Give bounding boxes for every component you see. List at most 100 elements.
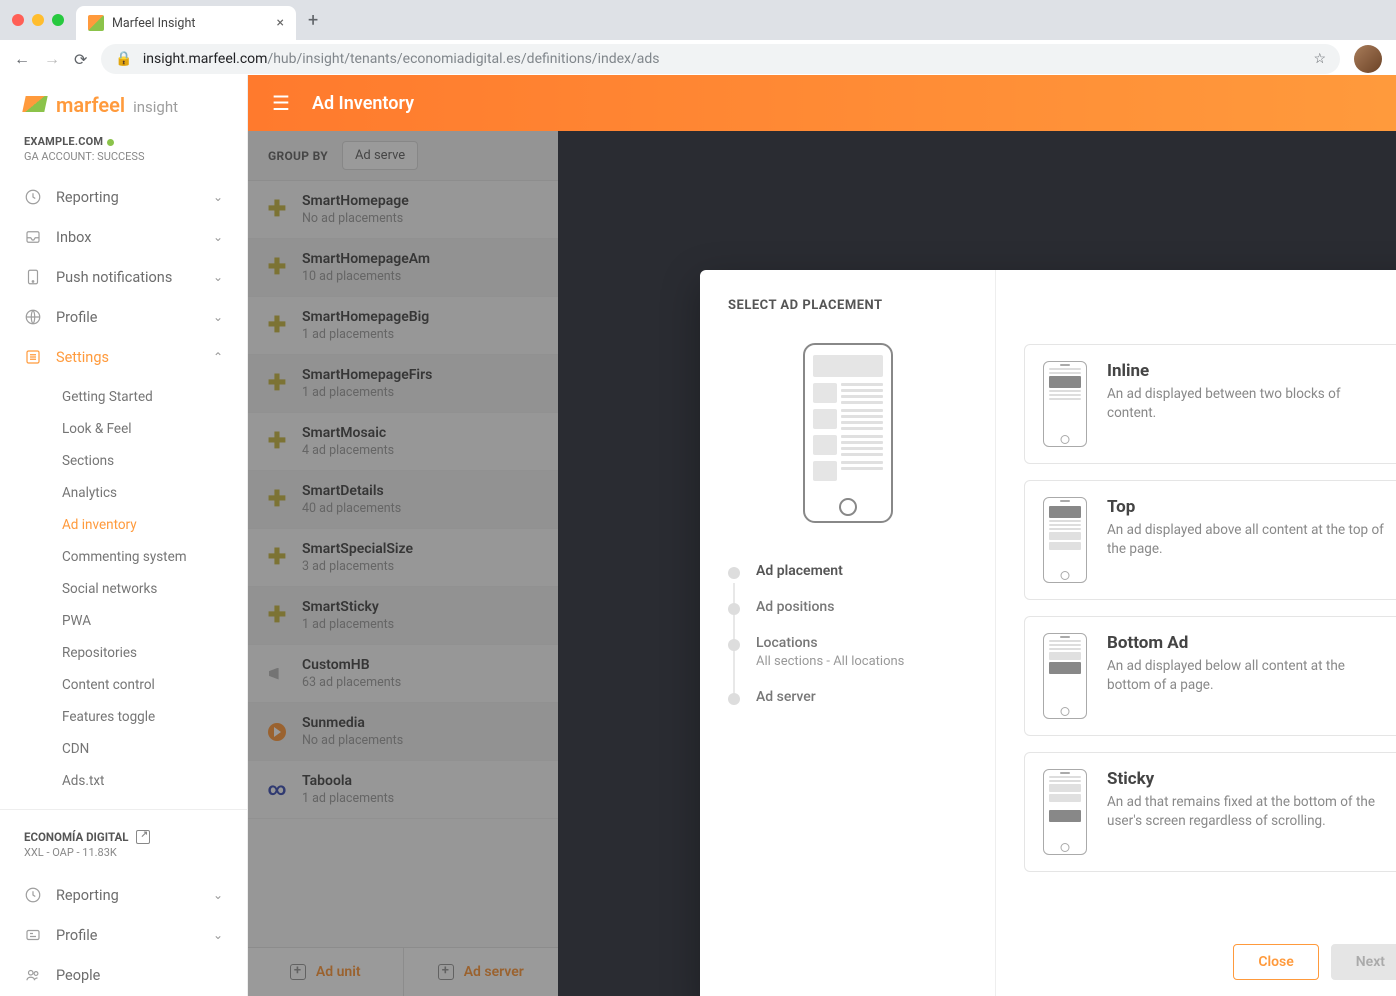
next-button[interactable]: Next [1331, 944, 1396, 980]
reload-button[interactable]: ⟳ [74, 50, 87, 69]
nav-settings[interactable]: Settings ⌃ [0, 337, 247, 377]
placement-top[interactable]: Top An ad displayed above all content at… [1024, 480, 1396, 600]
new-tab-button[interactable]: + [308, 10, 318, 31]
sub-getting-started[interactable]: Getting Started [0, 381, 247, 413]
group-by-label: GROUP BY [268, 149, 328, 163]
phone-sticky-icon [1043, 769, 1087, 855]
placement-inline[interactable]: Inline An ad displayed between two block… [1024, 344, 1396, 464]
tab-title: Marfeel Insight [112, 16, 269, 31]
url: insight.marfeel.com/hub/insight/tenants/… [143, 51, 660, 67]
step-dot-icon [728, 567, 740, 579]
nav2-reporting[interactable]: Reporting ⌄ [0, 875, 247, 915]
group-by-bar: GROUP BY Ad serve [248, 131, 558, 181]
external-link-icon[interactable] [136, 830, 150, 844]
sub-ad-inventory[interactable]: Ad inventory [0, 509, 247, 541]
phone-inline-icon [1043, 361, 1087, 447]
card-icon [24, 926, 42, 944]
plus-icon: ✚ [266, 257, 288, 279]
list-item[interactable]: SunmediaNo ad placements [248, 703, 558, 761]
nav-reporting[interactable]: Reporting ⌄ [0, 177, 247, 217]
infinity-icon: ∞ [266, 779, 288, 801]
placement-bottom[interactable]: Bottom Ad An ad displayed below all cont… [1024, 616, 1396, 736]
nav-profile[interactable]: Profile ⌄ [0, 297, 247, 337]
sub-ads-txt[interactable]: Ads.txt [0, 765, 247, 797]
add-ad-unit-button[interactable]: Ad unit [248, 948, 404, 996]
forward-button[interactable]: → [44, 49, 60, 69]
maximize-window-button[interactable] [52, 14, 64, 26]
list-item[interactable]: ✚SmartSticky1 ad placements [248, 587, 558, 645]
list-item[interactable]: ∞Taboola1 ad placements [248, 761, 558, 819]
phone-top-icon [1043, 497, 1087, 583]
megaphone-icon [266, 663, 288, 685]
account-name: EXAMPLE.COM [24, 135, 103, 148]
step-ad-server[interactable]: Ad server [728, 681, 967, 713]
step-ad-placement[interactable]: Ad placement [728, 555, 967, 587]
plus-icon: ✚ [266, 199, 288, 221]
tenant-name: ECONOMÍA DIGITAL [24, 830, 128, 844]
address-bar[interactable]: 🔒 insight.marfeel.com/hub/insight/tenant… [101, 44, 1340, 74]
ad-server-list: ✚SmartHomepageNo ad placements ✚SmartHom… [248, 181, 558, 819]
chevron-down-icon: ⌄ [213, 190, 223, 204]
sub-analytics[interactable]: Analytics [0, 477, 247, 509]
list-icon [24, 348, 42, 366]
list-item[interactable]: ✚SmartHomepageAm10 ad placements [248, 239, 558, 297]
close-button[interactable]: Close [1233, 944, 1318, 980]
tenant-block: ECONOMÍA DIGITAL XXL - OAP - 11.83K [0, 818, 247, 863]
main: ☰ Ad Inventory GROUP BY Ad serve ✚SmartH… [248, 75, 1396, 996]
plus-box-icon [290, 964, 306, 980]
list-item[interactable]: ✚SmartHomepageFirs1 ad placements [248, 355, 558, 413]
browser-tab[interactable]: Marfeel Insight × [76, 6, 296, 40]
list-item[interactable]: ✚SmartDetails40 ad placements [248, 471, 558, 529]
sub-social[interactable]: Social networks [0, 573, 247, 605]
plus-icon: ✚ [266, 431, 288, 453]
step-dot-icon [728, 603, 740, 615]
add-ad-server-button[interactable]: Ad server [404, 948, 559, 996]
sub-content-control[interactable]: Content control [0, 669, 247, 701]
bell-icon [24, 268, 42, 286]
nav2-people[interactable]: People [0, 955, 247, 995]
step-ad-positions[interactable]: Ad positions [728, 591, 967, 623]
back-button[interactable]: ← [14, 49, 30, 69]
sub-look-feel[interactable]: Look & Feel [0, 413, 247, 445]
modal-footer: Close Next [1024, 926, 1396, 980]
minimize-window-button[interactable] [32, 14, 44, 26]
step-dot-icon [728, 693, 740, 705]
window-controls [12, 14, 76, 26]
nav2-profile[interactable]: Profile ⌄ [0, 915, 247, 955]
chevron-down-icon: ⌄ [213, 310, 223, 324]
list-item[interactable]: ✚SmartHomepageBig1 ad placements [248, 297, 558, 355]
bookmark-icon[interactable]: ☆ [1313, 51, 1326, 67]
inbox-icon [24, 228, 42, 246]
list-item[interactable]: ✚SmartHomepageNo ad placements [248, 181, 558, 239]
close-window-button[interactable] [12, 14, 24, 26]
close-tab-icon[interactable]: × [277, 15, 284, 31]
profile-avatar[interactable] [1354, 45, 1382, 73]
logo[interactable]: marfeel insight [0, 75, 247, 135]
list-item[interactable]: ✚SmartMosaic4 ad placements [248, 413, 558, 471]
list-item[interactable]: ✚SmartSpecialSize3 ad placements [248, 529, 558, 587]
play-icon [266, 721, 288, 743]
sub-cdn[interactable]: CDN [0, 733, 247, 765]
placement-sticky[interactable]: Sticky An ad that remains fixed at the b… [1024, 752, 1396, 872]
logo-word: marfeel [56, 93, 125, 117]
sidebar: marfeel insight EXAMPLE.COM GA ACCOUNT: … [0, 75, 248, 996]
group-by-select[interactable]: Ad serve [342, 141, 418, 170]
bottom-actions: Ad unit Ad server [248, 947, 558, 996]
nav-primary: Reporting ⌄ Inbox ⌄ Push notifications ⌄… [0, 177, 247, 801]
nav-push[interactable]: Push notifications ⌄ [0, 257, 247, 297]
page-title: Ad Inventory [312, 93, 414, 114]
sub-commenting[interactable]: Commenting system [0, 541, 247, 573]
header: ☰ Ad Inventory [248, 75, 1396, 131]
tenant-sub: XXL - OAP - 11.83K [24, 846, 223, 859]
sub-features-toggle[interactable]: Features toggle [0, 701, 247, 733]
nav-inbox[interactable]: Inbox ⌄ [0, 217, 247, 257]
menu-toggle-icon[interactable]: ☰ [272, 91, 290, 115]
sub-repositories[interactable]: Repositories [0, 637, 247, 669]
plus-icon: ✚ [266, 373, 288, 395]
sub-pwa[interactable]: PWA [0, 605, 247, 637]
tab-bar: Marfeel Insight × + [0, 0, 1396, 40]
sub-sections[interactable]: Sections [0, 445, 247, 477]
app: marfeel insight EXAMPLE.COM GA ACCOUNT: … [0, 75, 1396, 996]
list-item[interactable]: CustomHB63 ad placements [248, 645, 558, 703]
step-locations[interactable]: LocationsAll sections - All locations [728, 627, 967, 677]
